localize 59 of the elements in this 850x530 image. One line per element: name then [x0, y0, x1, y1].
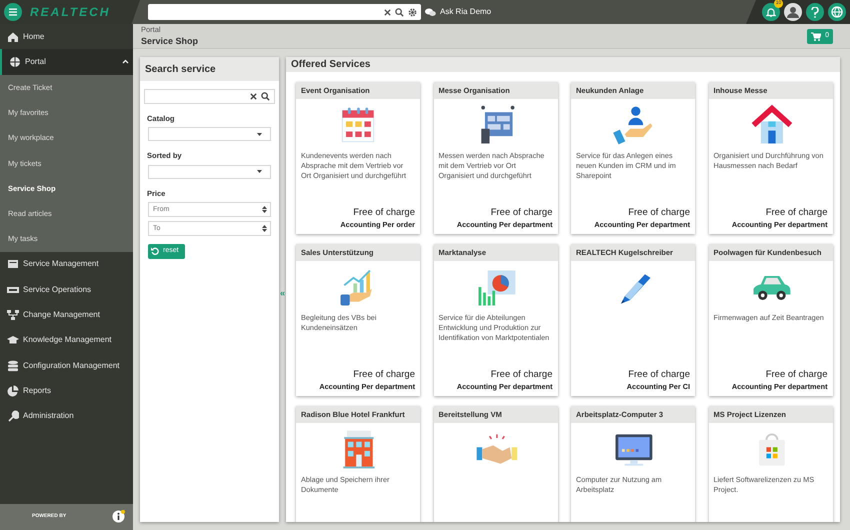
sidebar-item[interactable]: Portal — [0, 49, 133, 75]
chat-icon — [425, 8, 436, 16]
bell-icon — [766, 7, 776, 17]
price-text: Free of charge — [627, 368, 691, 382]
stepper-icon[interactable] — [262, 206, 267, 213]
price-text: Free of charge — [490, 368, 554, 382]
clear-icon[interactable] — [384, 8, 391, 16]
price-text: Free of charge — [627, 206, 691, 220]
caret-icon — [257, 170, 262, 173]
logo-text: REALTECH — [30, 4, 110, 21]
globe-icon — [9, 56, 21, 68]
price-text: Free of charge — [352, 206, 416, 220]
search-field[interactable] — [148, 4, 421, 20]
sidebar-label: Service Operations — [23, 284, 92, 296]
sidebar-label: Portal — [25, 56, 46, 68]
sidebar-item[interactable]: Service Management — [0, 252, 133, 277]
sidebar-item[interactable]: Home — [0, 24, 133, 50]
sidebar-label: Home — [23, 30, 44, 43]
sidebar-label: Administration — [23, 410, 74, 422]
undo-icon — [151, 247, 159, 256]
cart-icon — [811, 32, 822, 40]
ask-link[interactable]: Ask Ria Demo — [425, 6, 492, 18]
clear-icon[interactable] — [250, 93, 257, 100]
price-text: Free of charge — [352, 368, 416, 382]
sidebar-item[interactable]: Reports — [0, 378, 133, 404]
sidebar-label: Configuration Management — [23, 360, 120, 372]
settings-icon[interactable] — [408, 8, 417, 16]
sidebar-item[interactable]: Administration — [0, 403, 133, 429]
avatar[interactable] — [784, 3, 802, 21]
sidebar-item[interactable]: Configuration Management — [0, 352, 133, 378]
hierarchy-icon — [7, 308, 19, 321]
sidebar-item[interactable]: Service Operations — [0, 276, 133, 302]
question-mark-icon — [811, 6, 819, 18]
page-title: Service Shop — [141, 34, 198, 48]
sidebar-label: Reports — [23, 384, 52, 397]
globe-icon — [831, 6, 843, 18]
menu-icon[interactable] — [4, 3, 22, 21]
person-silhouette-icon — [787, 6, 799, 18]
pie-chart-icon — [7, 384, 19, 397]
sidebar-item[interactable]: Change Management — [0, 302, 133, 328]
panel-title: Offered Services — [286, 57, 840, 72]
language-button[interactable] — [828, 3, 846, 21]
price-text: Free of charge — [490, 206, 554, 220]
panel-title: Search service — [140, 57, 279, 81]
document-icon — [7, 258, 19, 270]
home-icon — [7, 30, 19, 43]
search-field[interactable] — [144, 89, 275, 104]
stepper-icon[interactable] — [262, 224, 267, 232]
sidebar-label: Knowledge Management — [23, 334, 112, 346]
sidebar-item[interactable]: Knowledge Management — [0, 328, 133, 353]
caret-icon — [257, 132, 262, 136]
price-text: Free of charge — [764, 206, 828, 220]
sidebar-label: Change Management — [23, 308, 100, 321]
price-text: Free of charge — [764, 368, 828, 382]
sidebar-label: Service Management — [23, 258, 99, 270]
search-icon[interactable] — [395, 8, 404, 16]
help-button[interactable] — [806, 3, 824, 21]
database-icon — [7, 360, 19, 372]
search-icon[interactable] — [261, 92, 270, 101]
